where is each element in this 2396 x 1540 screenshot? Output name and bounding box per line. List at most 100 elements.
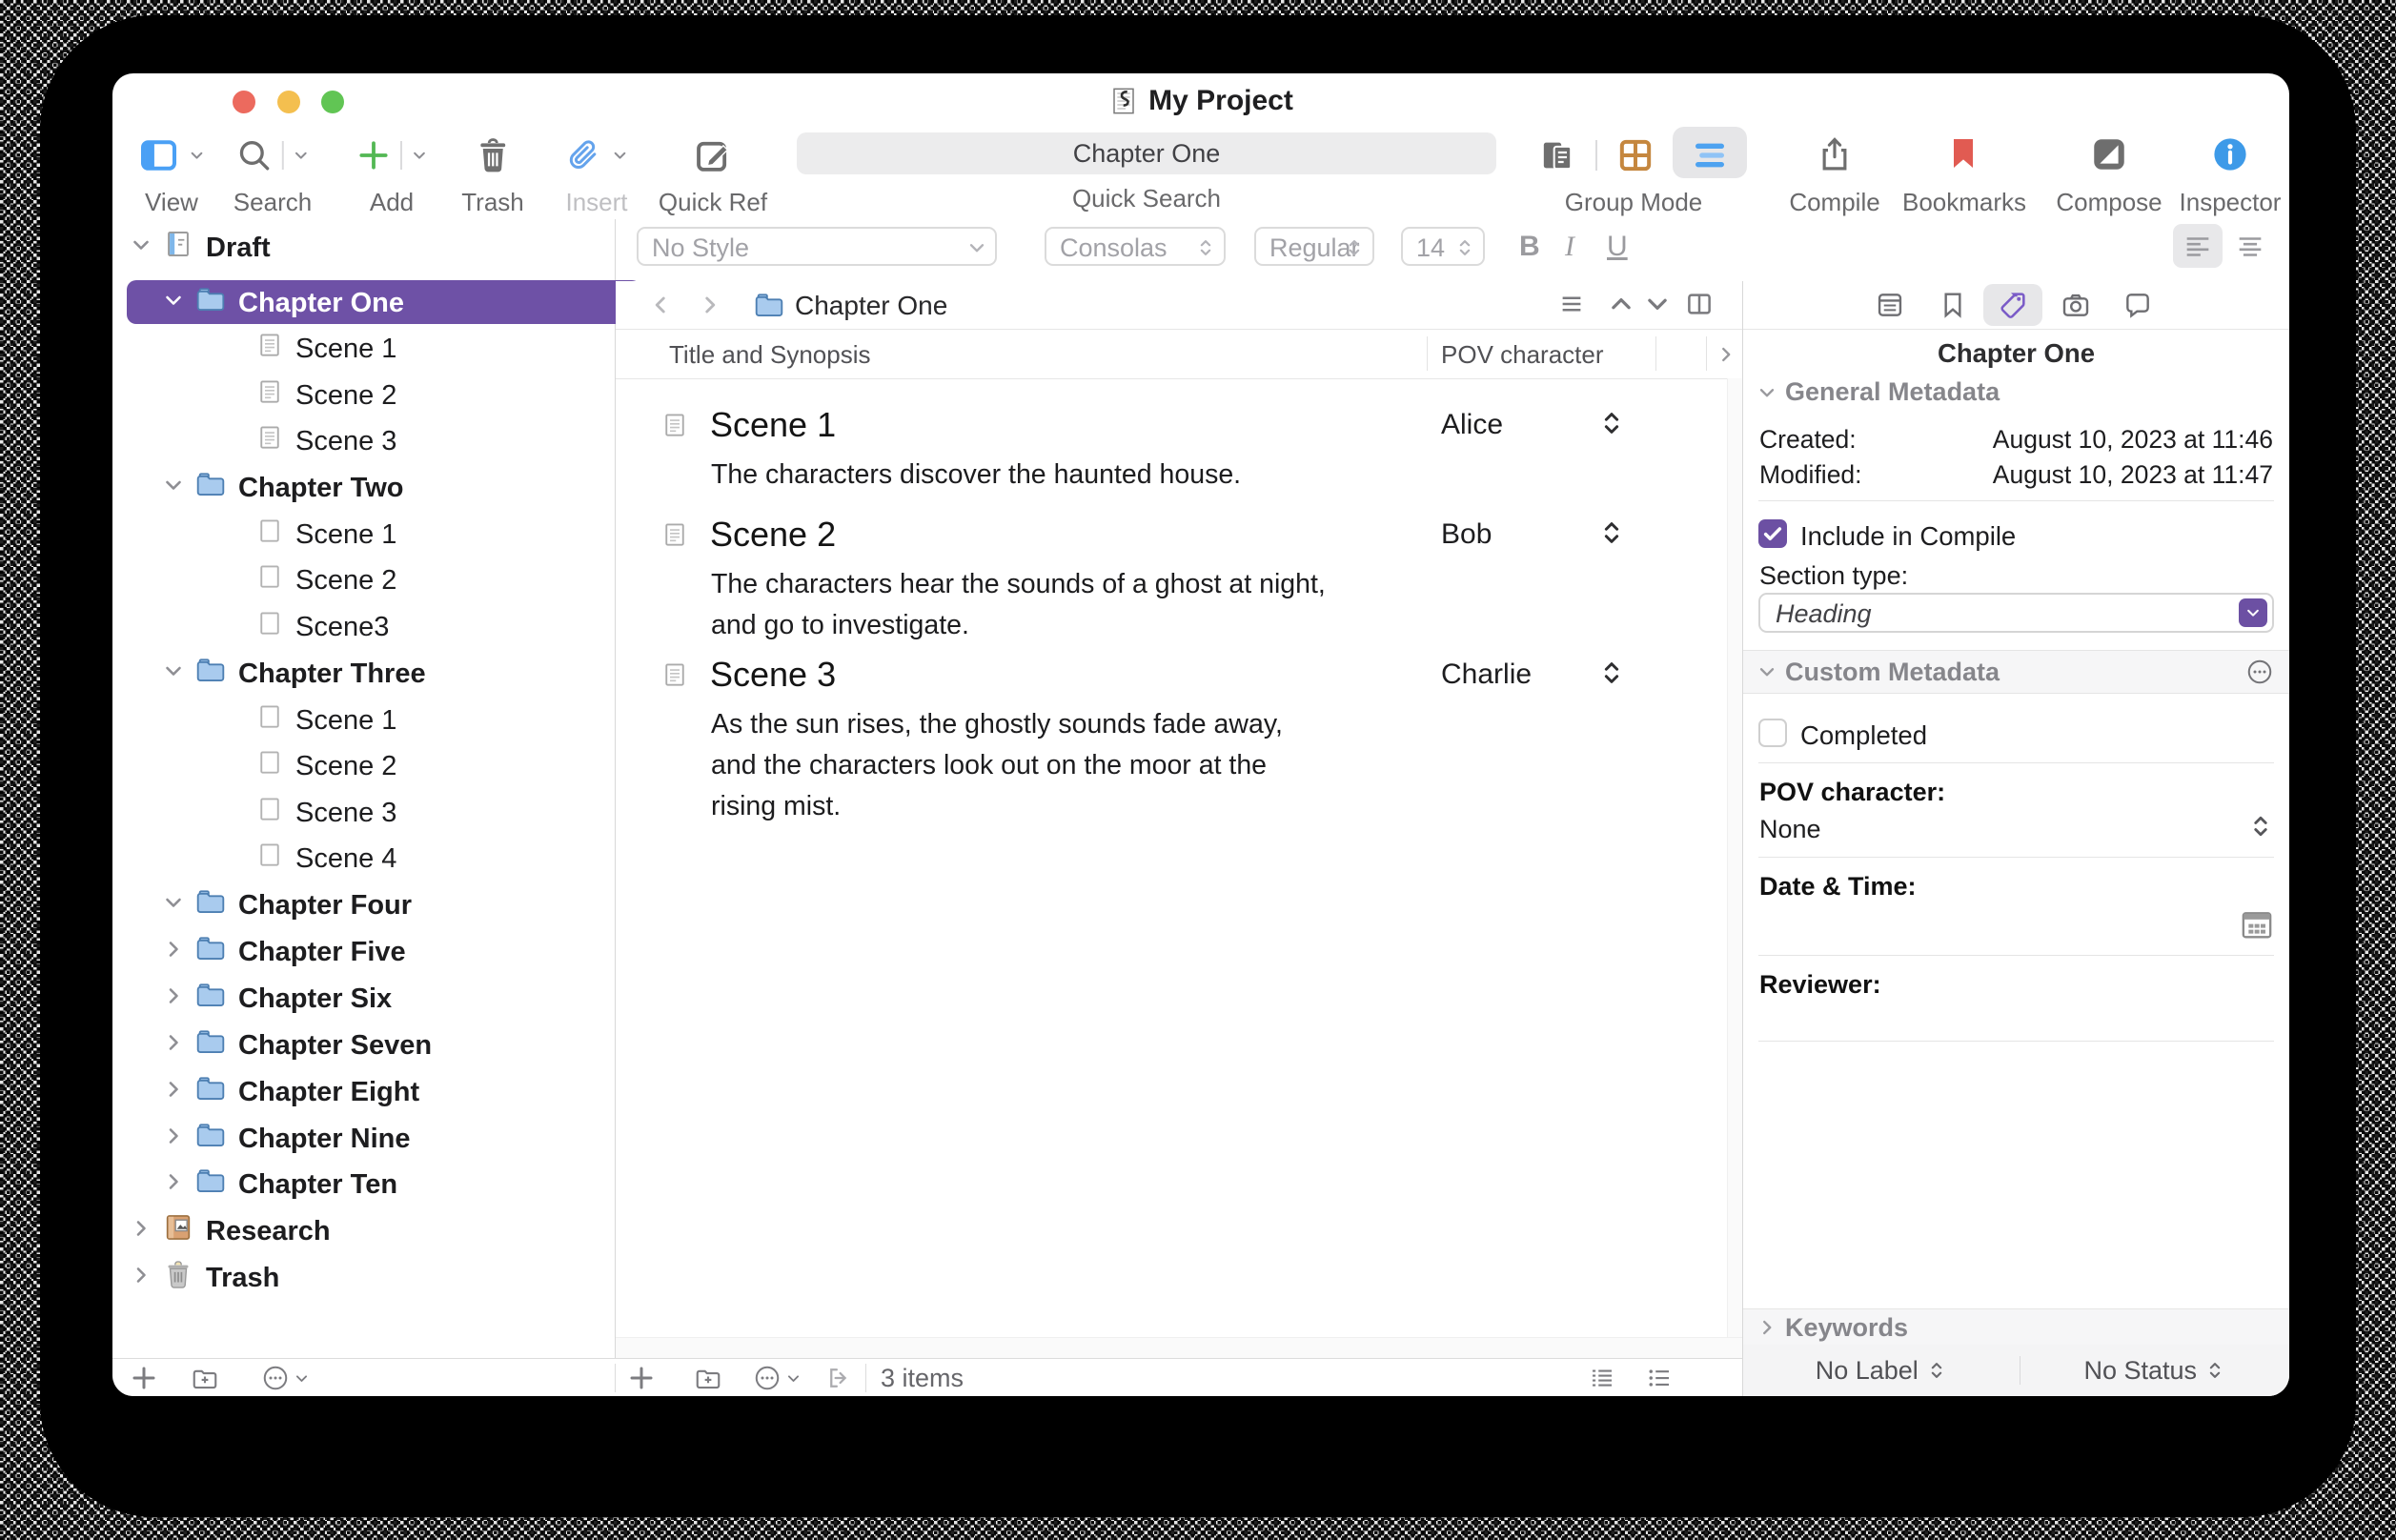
disclosure-chevron-icon[interactable]	[130, 1216, 154, 1247]
disclosure-chevron-icon[interactable]	[223, 843, 248, 875]
quick-ref-button[interactable]: Quick Ref	[659, 131, 767, 217]
sidebar-item[interactable]: Chapter Four	[112, 883, 664, 927]
outliner-view-icon[interactable]	[1691, 136, 1729, 174]
scene-title[interactable]: Scene 2	[710, 515, 836, 555]
editor-breadcrumb[interactable]: Chapter One	[795, 291, 947, 321]
disclosure-chevron-icon[interactable]	[223, 334, 248, 365]
completed-checkbox[interactable]	[1758, 719, 1787, 747]
bold-button[interactable]: B	[1519, 231, 1540, 263]
chevron-down-icon[interactable]	[411, 147, 428, 164]
disclosure-chevron-icon[interactable]	[162, 659, 187, 690]
document-view-icon[interactable]	[1538, 136, 1576, 174]
split-view-icon[interactable]	[1685, 290, 1714, 318]
disclosure-chevron-icon[interactable]	[130, 1263, 154, 1294]
chevron-down-icon[interactable]	[785, 1370, 802, 1387]
custom-metadata-heading[interactable]: Custom Metadata	[1785, 658, 2000, 687]
indented-list-icon[interactable]	[1588, 1364, 1616, 1392]
disclosure-chevron-icon[interactable]	[162, 1169, 187, 1201]
pov-column-header[interactable]: POV character	[1441, 340, 1604, 370]
disclosure-chevron-icon[interactable]	[1756, 661, 1777, 682]
sidebar-item[interactable]: Chapter Two	[112, 466, 664, 510]
disclosure-chevron-icon[interactable]	[223, 519, 248, 551]
pov-stepper-icon[interactable]	[1597, 659, 1626, 687]
bookmark-icon[interactable]	[1944, 134, 1982, 172]
style-select[interactable]: No Style	[637, 227, 997, 266]
disclosure-chevron-icon[interactable]	[223, 426, 248, 457]
disclosure-chevron-icon[interactable]	[223, 380, 248, 412]
pov-character-value[interactable]: None	[1759, 815, 1821, 844]
insert-button[interactable]: Insert	[565, 131, 629, 217]
disclosure-chevron-icon[interactable]	[162, 473, 187, 504]
ellipsis-circle-icon[interactable]	[261, 1364, 290, 1392]
sidebar-item[interactable]: Research	[112, 1209, 632, 1253]
disclosure-chevron-icon[interactable]	[223, 705, 248, 737]
sidebar-item[interactable]: Trash	[112, 1256, 632, 1300]
chevron-down-icon[interactable]	[294, 1370, 310, 1387]
disclosure-chevron-icon[interactable]	[162, 1077, 187, 1108]
notes-tab-icon[interactable]	[1875, 290, 1905, 320]
disclosure-chevron-icon[interactable]	[223, 565, 248, 597]
column-divider[interactable]	[1706, 336, 1707, 371]
add-item-icon[interactable]	[130, 1364, 158, 1392]
pov-stepper-icon[interactable]	[1597, 409, 1626, 437]
font-weight-select[interactable]: Regular	[1254, 227, 1374, 266]
back-chevron-icon[interactable]	[648, 293, 673, 317]
disclosure-chevron-icon[interactable]	[1756, 1317, 1777, 1338]
add-folder-icon[interactable]	[191, 1364, 219, 1392]
underline-button[interactable]: U	[1607, 231, 1628, 263]
sidebar-item[interactable]: Chapter Eight	[112, 1070, 664, 1114]
sidebar-item[interactable]: Chapter One	[112, 281, 664, 325]
general-metadata-heading[interactable]: General Metadata	[1785, 377, 2000, 407]
custom-metadata-band[interactable]: Custom Metadata	[1743, 650, 2289, 694]
search-button[interactable]: Search	[234, 131, 312, 217]
status-dropdown[interactable]: No Status	[2020, 1356, 2290, 1386]
keywords-band[interactable]: Keywords	[1743, 1308, 2289, 1347]
disclosure-chevron-icon[interactable]	[1756, 382, 1777, 403]
compile-share-icon[interactable]	[1815, 134, 1855, 174]
scene-title[interactable]: Scene 3	[710, 655, 836, 695]
font-select[interactable]: Consolas	[1045, 227, 1226, 266]
title-column-header[interactable]: Title and Synopsis	[669, 340, 870, 370]
forward-chevron-icon[interactable]	[698, 293, 722, 317]
disclosure-chevron-icon[interactable]	[223, 798, 248, 829]
export-icon[interactable]	[825, 1364, 854, 1392]
ellipsis-circle-icon[interactable]	[753, 1364, 782, 1392]
disclosure-chevron-icon[interactable]	[162, 288, 187, 319]
more-columns-chevron-icon[interactable]	[1716, 344, 1736, 365]
label-dropdown[interactable]: No Label	[1743, 1356, 2020, 1386]
scene-synopsis[interactable]: As the sun rises, the ghostly sounds fad…	[711, 704, 1335, 827]
add-folder-icon[interactable]	[694, 1364, 722, 1392]
trash-button[interactable]: Trash	[461, 131, 524, 217]
disclosure-chevron-icon[interactable]	[162, 1030, 187, 1062]
chevron-down-icon[interactable]	[189, 147, 206, 164]
pov-stepper-icon[interactable]	[1597, 518, 1626, 547]
sidebar-item[interactable]: Chapter Nine	[112, 1117, 664, 1161]
column-divider[interactable]	[1655, 336, 1656, 371]
ellipsis-circle-icon[interactable]	[2245, 658, 2274, 686]
next-document-icon[interactable]	[1643, 290, 1672, 318]
disclosure-chevron-icon[interactable]	[162, 983, 187, 1015]
hamburger-menu-icon[interactable]	[1557, 290, 1586, 318]
snapshots-camera-tab-icon[interactable]	[2061, 290, 2091, 320]
quick-search-field[interactable]: Chapter One	[797, 132, 1496, 174]
sidebar-item[interactable]: Chapter Ten	[112, 1163, 664, 1206]
compose-icon[interactable]	[2089, 134, 2129, 174]
scene-title[interactable]: Scene 1	[710, 405, 836, 445]
pov-value[interactable]: Bob	[1441, 518, 1492, 551]
pov-stepper-icon[interactable]	[2247, 813, 2274, 840]
previous-document-icon[interactable]	[1607, 290, 1635, 318]
keywords-heading[interactable]: Keywords	[1785, 1313, 1908, 1343]
sidebar-item[interactable]: Chapter Seven	[112, 1023, 664, 1067]
scene-synopsis[interactable]: The characters discover the haunted hous…	[711, 455, 1335, 496]
metadata-tag-tab-icon[interactable]	[1998, 290, 2028, 320]
pov-value[interactable]: Charlie	[1441, 659, 1532, 691]
disclosure-chevron-icon[interactable]	[130, 233, 154, 264]
include-in-compile-checkbox[interactable]	[1758, 519, 1787, 548]
align-center-icon[interactable]	[2234, 231, 2266, 263]
scene-synopsis[interactable]: The characters hear the sounds of a ghos…	[711, 564, 1335, 646]
add-item-icon[interactable]	[627, 1364, 656, 1392]
calendar-icon[interactable]	[2238, 905, 2276, 943]
view-button[interactable]: View	[138, 131, 206, 217]
add-button[interactable]: Add	[355, 131, 428, 217]
disclosure-chevron-icon[interactable]	[162, 890, 187, 922]
